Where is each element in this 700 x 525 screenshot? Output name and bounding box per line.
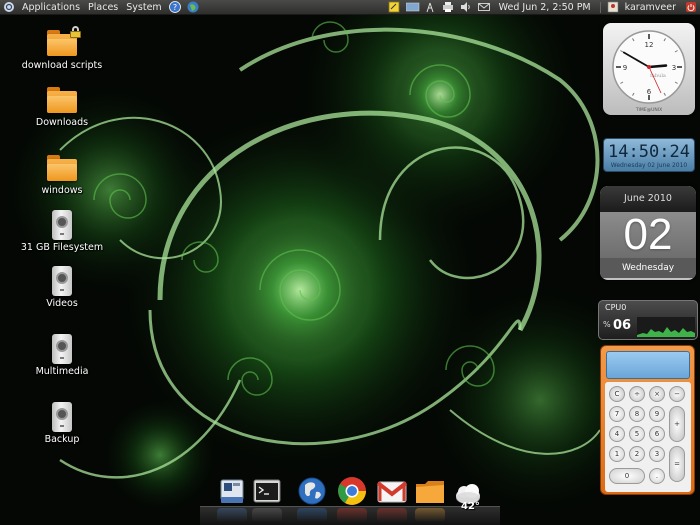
cpu-label: CPU0 xyxy=(605,303,627,312)
dock-reflection xyxy=(297,508,327,522)
chrome-icon[interactable] xyxy=(335,474,369,508)
system-menu[interactable]: System xyxy=(122,0,165,15)
calc-key-equals[interactable]: = xyxy=(669,446,685,482)
desktop-icon-label: Multimedia xyxy=(35,366,89,377)
printer-icon[interactable] xyxy=(442,1,454,13)
dock xyxy=(200,472,500,525)
svg-text:9: 9 xyxy=(623,64,627,72)
calc-key-minus[interactable]: − xyxy=(669,386,685,402)
calendar-weekday: Wednesday xyxy=(600,258,696,278)
desktop-icon-31gb-filesystem[interactable]: 31 GB Filesystem xyxy=(20,210,104,253)
calc-key-plus[interactable]: + xyxy=(669,406,685,442)
notes-icon[interactable] xyxy=(388,1,400,13)
web-browser-icon[interactable] xyxy=(187,1,199,13)
calc-key-5[interactable]: 5 xyxy=(629,426,645,442)
calc-key-divide[interactable]: ÷ xyxy=(629,386,645,402)
workspace-switcher-icon[interactable] xyxy=(405,1,419,13)
dock-reflection xyxy=(337,508,367,522)
panel-separator xyxy=(599,1,601,13)
digital-clock-widget[interactable]: 14:50:24 Wednesday 02 June 2010 xyxy=(603,138,695,172)
calendar-widget[interactable]: June 2010 02 Wednesday xyxy=(600,186,696,280)
cpu-usage-value: 06 xyxy=(613,318,632,333)
panel-clock[interactable]: Wed Jun 2, 2:50 PM xyxy=(493,2,597,13)
desktop-icon-label: download scripts xyxy=(21,60,103,71)
desktop-icon-label: Backup xyxy=(44,434,80,445)
desktop-wallpaper xyxy=(0,0,700,525)
calculator-keypad: C ÷ × − 7 8 9 + 4 5 6 1 2 3 = 0 . xyxy=(605,382,691,492)
calc-key-clear[interactable]: C xyxy=(609,386,625,402)
desktop-icon-multimedia[interactable]: Multimedia xyxy=(20,334,104,377)
help-icon[interactable]: ? xyxy=(168,1,181,13)
terminal-icon[interactable] xyxy=(250,474,284,508)
calc-key-8[interactable]: 8 xyxy=(629,406,645,422)
calc-key-9[interactable]: 9 xyxy=(649,406,665,422)
svg-text:TIME@UNIX: TIME@UNIX xyxy=(635,107,662,113)
calc-key-4[interactable]: 4 xyxy=(609,426,625,442)
applications-menu[interactable]: Applications xyxy=(18,0,84,15)
desktop-icon-label: 31 GB Filesystem xyxy=(20,242,104,253)
digital-clock-date: Wednesday 02 June 2010 xyxy=(610,162,688,169)
display-settings-icon[interactable] xyxy=(215,474,249,508)
drive-icon xyxy=(50,334,74,364)
calc-key-1[interactable]: 1 xyxy=(609,446,625,462)
gmail-icon[interactable] xyxy=(375,474,409,508)
web-browser-globe-icon[interactable] xyxy=(295,474,329,508)
user-menu[interactable]: karamveer xyxy=(622,2,682,13)
calendar-day: 02 xyxy=(600,212,696,258)
calc-key-multiply[interactable]: × xyxy=(649,386,665,402)
cpu-monitor-widget[interactable]: CPU0 % 06 xyxy=(598,300,698,340)
dock-reflection xyxy=(252,508,282,522)
volume-icon[interactable] xyxy=(460,1,472,13)
calc-key-7[interactable]: 7 xyxy=(609,406,625,422)
desktop-icon-backup[interactable]: Backup xyxy=(20,402,104,445)
dock-reflection xyxy=(377,508,407,522)
cpu-usage-graph xyxy=(637,317,695,337)
folder-icon xyxy=(46,155,78,183)
places-menu[interactable]: Places xyxy=(84,0,122,15)
top-panel: Applications Places System ? Wed Jun 2, … xyxy=(0,0,700,15)
cpu-percent-symbol: % xyxy=(603,320,611,329)
weather-temperature: 42° xyxy=(461,501,480,512)
desktop-icon-label: Downloads xyxy=(35,117,89,128)
desktop-icon-download-scripts[interactable]: download scripts xyxy=(20,26,104,71)
dock-reflection xyxy=(217,508,247,522)
shutdown-icon[interactable] xyxy=(685,1,697,13)
calendar-month: June 2010 xyxy=(600,186,696,212)
desktop-icon-label: Videos xyxy=(46,298,78,309)
folder-icon xyxy=(46,87,78,115)
home-folder-icon[interactable] xyxy=(413,474,447,508)
desktop-icon-label: windows xyxy=(41,185,83,196)
calc-key-3[interactable]: 3 xyxy=(649,446,665,462)
user-status-icon[interactable] xyxy=(607,1,619,13)
folder-locked-icon xyxy=(46,26,81,58)
analog-clock-widget[interactable]: 12 3 6 9 fabula TIME@UNIX xyxy=(603,23,695,115)
desktop-icon-downloads[interactable]: Downloads xyxy=(20,87,104,128)
calc-key-0[interactable]: 0 xyxy=(609,468,645,484)
svg-text:12: 12 xyxy=(645,41,654,49)
svg-text:6: 6 xyxy=(647,88,652,96)
calculator-widget[interactable]: C ÷ × − 7 8 9 + 4 5 6 1 2 3 = 0 . xyxy=(600,345,695,495)
calc-key-decimal[interactable]: . xyxy=(649,468,665,484)
calculator-display xyxy=(606,351,690,379)
dock-reflection xyxy=(415,508,445,522)
desktop-icon-videos[interactable]: Videos xyxy=(20,266,104,309)
desktop-icon-windows[interactable]: windows xyxy=(20,155,104,196)
calc-key-2[interactable]: 2 xyxy=(629,446,645,462)
drive-icon xyxy=(50,402,74,432)
calc-key-6[interactable]: 6 xyxy=(649,426,665,442)
svg-text:3: 3 xyxy=(672,64,676,72)
svg-text:?: ? xyxy=(173,3,177,12)
drive-icon xyxy=(50,266,74,296)
mail-icon[interactable] xyxy=(477,1,490,13)
drive-icon xyxy=(50,210,74,240)
digital-clock-time: 14:50:24 xyxy=(608,142,690,162)
ubuntu-logo-icon[interactable] xyxy=(3,1,15,13)
network-icon[interactable] xyxy=(424,1,436,13)
